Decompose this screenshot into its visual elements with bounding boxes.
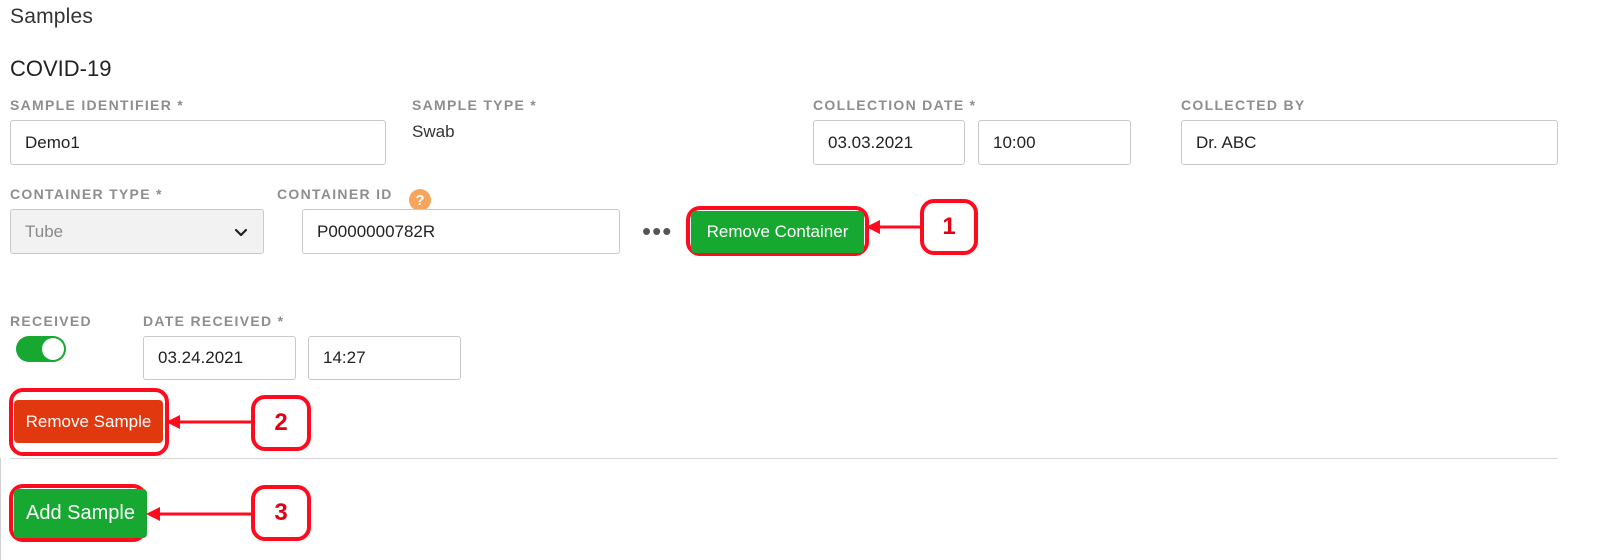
callout-badge-1: 1 bbox=[920, 199, 978, 255]
toggle-knob bbox=[42, 338, 64, 360]
collection-time-value: 10:00 bbox=[993, 132, 1036, 152]
arrow-icon bbox=[146, 507, 252, 521]
date-received-value: 03.24.2021 bbox=[158, 348, 244, 367]
sample-type-value: Swab bbox=[412, 122, 455, 141]
received-toggle[interactable] bbox=[16, 336, 66, 362]
sample-type-label: SAMPLE TYPE * bbox=[412, 97, 538, 113]
collection-date-value: 03.03.2021 bbox=[828, 132, 914, 152]
left-edge-line bbox=[0, 458, 1, 560]
remove-container-button[interactable]: Remove Container bbox=[691, 211, 864, 253]
arrow-icon bbox=[166, 415, 252, 429]
collection-date-input[interactable]: 03.03.2021 bbox=[813, 120, 965, 165]
divider bbox=[10, 458, 1558, 459]
date-received-input[interactable]: 03.24.2021 bbox=[143, 336, 296, 380]
collected-by-value: Dr. ABC bbox=[1196, 132, 1257, 152]
callout-badge-2: 2 bbox=[251, 395, 311, 451]
container-id-label: CONTAINER ID bbox=[277, 186, 393, 202]
container-id-input[interactable]: P0000000782R bbox=[302, 209, 620, 254]
container-type-label: CONTAINER TYPE * bbox=[10, 186, 163, 202]
time-received-input[interactable]: 14:27 bbox=[308, 336, 461, 380]
arrow-icon bbox=[866, 220, 922, 234]
container-id-value: P0000000782R bbox=[317, 221, 436, 241]
container-type-select[interactable]: Tube bbox=[10, 209, 264, 254]
more-options-icon[interactable]: ••• bbox=[642, 218, 672, 244]
received-label: RECEIVED bbox=[10, 313, 92, 329]
callout-badge-3: 3 bbox=[251, 485, 311, 541]
time-received-value: 14:27 bbox=[323, 348, 366, 367]
date-received-label: DATE RECEIVED * bbox=[143, 313, 285, 329]
container-type-value: Tube bbox=[25, 221, 64, 241]
sample-identifier-label: SAMPLE IDENTIFIER * bbox=[10, 97, 185, 113]
chevron-down-icon bbox=[234, 228, 248, 236]
test-name-heading: COVID-19 bbox=[10, 56, 112, 81]
question-icon[interactable]: ? bbox=[409, 189, 431, 211]
section-title: Samples bbox=[10, 5, 94, 28]
collected-by-input[interactable]: Dr. ABC bbox=[1181, 120, 1558, 165]
collection-time-input[interactable]: 10:00 bbox=[978, 120, 1131, 165]
collected-by-label: COLLECTED BY bbox=[1181, 97, 1306, 113]
sample-identifier-value: Demo1 bbox=[25, 132, 80, 152]
add-sample-button[interactable]: Add Sample bbox=[14, 489, 147, 538]
sample-identifier-input[interactable]: Demo1 bbox=[10, 120, 386, 165]
remove-sample-button[interactable]: Remove Sample bbox=[14, 400, 163, 443]
collection-date-label: COLLECTION DATE * bbox=[813, 97, 977, 113]
